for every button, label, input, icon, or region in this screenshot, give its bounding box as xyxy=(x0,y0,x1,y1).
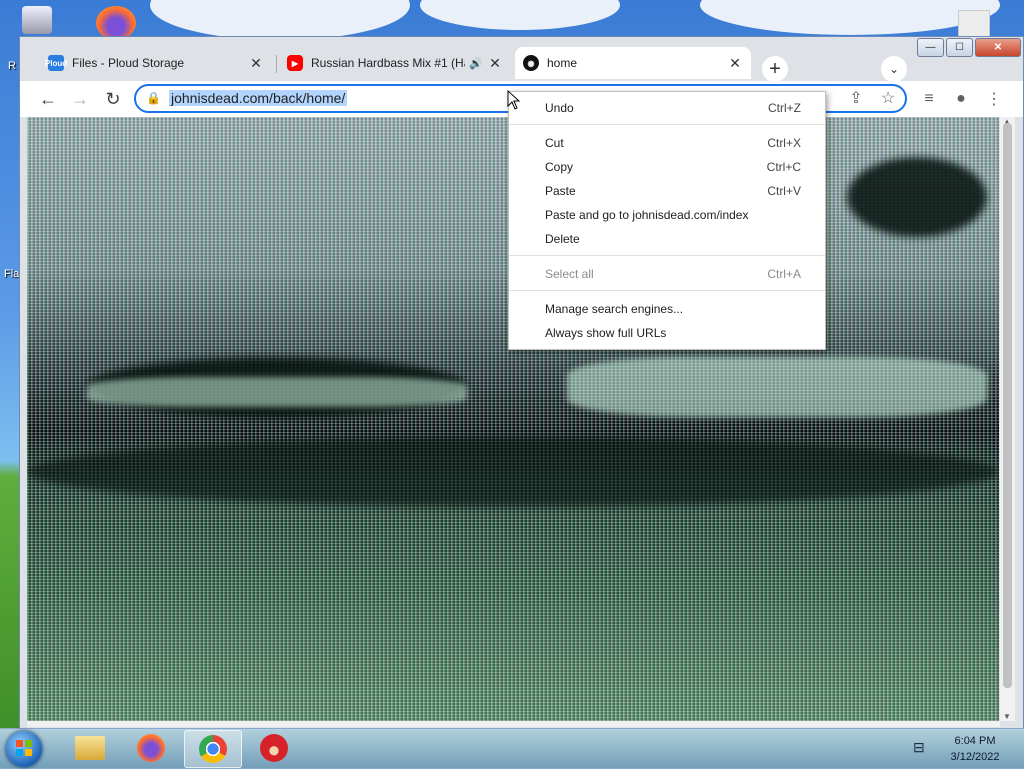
menu-item-shortcut: Ctrl+V xyxy=(767,184,801,198)
menu-item-always-show-full-urls[interactable]: Always show full URLs xyxy=(509,322,825,344)
menu-item-paste[interactable]: Paste Ctrl+V xyxy=(509,180,825,202)
back-button[interactable]: ← xyxy=(36,87,60,111)
wallpaper-cloud xyxy=(420,0,620,30)
tab-youtube-hardbass[interactable]: ▶ Russian Hardbass Mix #1 (Ha 🔊 ✕ xyxy=(279,47,511,79)
tab-title: Russian Hardbass Mix #1 (Ha xyxy=(311,56,466,70)
browser-menu-icon[interactable]: ⋮ xyxy=(982,87,1006,111)
youtube-icon: ▶ xyxy=(287,55,303,71)
chrome-icon xyxy=(199,735,227,763)
menu-item-delete[interactable]: Delete xyxy=(509,228,825,250)
bright-noise-band xyxy=(567,357,987,417)
start-button[interactable] xyxy=(6,731,42,767)
menu-separator xyxy=(509,290,825,291)
close-tab-icon[interactable]: ✕ xyxy=(487,55,503,72)
taskbar-chrome[interactable] xyxy=(184,730,242,768)
menu-item-label: Select all xyxy=(545,267,594,281)
clock-date: 3/12/2022 xyxy=(950,751,1000,763)
menu-item-label: Undo xyxy=(545,101,574,115)
wallpaper-cloud xyxy=(150,0,410,40)
tab-strip: Ploud Files - Ploud Storage ✕ ▶ Russian … xyxy=(20,45,1023,82)
menu-item-manage-search-engines[interactable]: Manage search engines... xyxy=(509,298,825,320)
network-tray-icon[interactable]: ⊟ xyxy=(913,739,931,757)
dark-noise-band xyxy=(847,157,987,237)
firefox-icon xyxy=(137,734,165,762)
menu-separator xyxy=(509,124,825,125)
taskbar: ⊟ 6:04 PM 3/12/2022 xyxy=(0,728,1024,769)
menu-item-label: Paste and go to johnisdead.com/index xyxy=(545,208,749,222)
menu-item-label: Cut xyxy=(545,136,564,150)
desktop-icon-label: Fla xyxy=(4,268,20,280)
tab-title: home xyxy=(547,56,578,70)
menu-item-label: Copy xyxy=(545,160,574,174)
desktop-icon-label: R xyxy=(8,60,16,72)
vertical-scrollbar[interactable]: ▲ ▼ xyxy=(1000,117,1015,721)
menu-item-paste-and-go[interactable]: Paste and go to johnisdead.com/index xyxy=(509,204,825,226)
context-menu: Undo Ctrl+Z Cut Ctrl+X Copy Ctrl+C Paste… xyxy=(508,91,826,350)
close-tab-icon[interactable]: ✕ xyxy=(727,55,743,72)
menu-item-shortcut: Ctrl+A xyxy=(767,267,801,281)
new-tab-button[interactable]: + xyxy=(762,56,788,82)
wallpaper-cloud xyxy=(700,0,1000,35)
profile-avatar-icon[interactable]: ● xyxy=(949,87,973,111)
url-text[interactable]: johnisdead.com/back/home/ xyxy=(169,90,348,106)
media-controls-icon[interactable]: ≡ xyxy=(917,87,941,111)
tab-search-button[interactable]: ⌄ xyxy=(881,56,907,82)
recycle-bin-icon[interactable] xyxy=(22,6,52,34)
scroll-down-icon[interactable]: ▼ xyxy=(1003,712,1011,721)
menu-item-cut[interactable]: Cut Ctrl+X xyxy=(509,132,825,154)
desktop-file-icon[interactable] xyxy=(958,10,990,38)
forward-button[interactable]: → xyxy=(68,87,92,111)
close-tab-icon[interactable]: ✕ xyxy=(248,55,264,72)
firefox-desktop-icon[interactable] xyxy=(96,6,136,40)
menu-separator xyxy=(509,255,825,256)
windows-logo-icon xyxy=(16,740,32,756)
menu-item-shortcut: Ctrl+Z xyxy=(768,101,801,115)
tab-separator xyxy=(276,55,277,73)
dark-noise-band xyxy=(27,437,999,507)
menu-item-label: Manage search engines... xyxy=(545,302,684,316)
taskbar-file-explorer[interactable] xyxy=(62,730,118,766)
taskbar-clock[interactable]: 6:04 PM 3/12/2022 xyxy=(935,733,1015,765)
share-icon[interactable]: ⇪ xyxy=(844,86,868,110)
menu-item-shortcut: Ctrl+X xyxy=(767,136,801,150)
menu-item-select-all[interactable]: Select all Ctrl+A xyxy=(509,263,825,285)
file-explorer-icon xyxy=(75,736,105,760)
tab-title: Files - Ploud Storage xyxy=(72,56,185,70)
horizontal-scrollbar[interactable] xyxy=(27,721,1000,727)
menu-item-label: Paste xyxy=(545,184,576,198)
menu-item-label: Delete xyxy=(545,232,580,246)
audio-playing-icon[interactable]: 🔊 xyxy=(469,57,483,70)
bookmark-star-icon[interactable]: ☆ xyxy=(876,86,900,110)
tab-home[interactable]: ◉ home ✕ xyxy=(515,47,751,79)
menu-item-undo[interactable]: Undo Ctrl+Z xyxy=(509,97,825,119)
menu-item-label: Always show full URLs xyxy=(545,326,667,340)
angry-birds-icon xyxy=(260,734,288,762)
menu-item-copy[interactable]: Copy Ctrl+C xyxy=(509,156,825,178)
bright-noise-band xyxy=(87,377,467,407)
reload-button[interactable]: ↻ xyxy=(101,87,125,111)
taskbar-firefox[interactable] xyxy=(123,730,179,766)
scrollbar-thumb[interactable] xyxy=(1003,123,1012,688)
taskbar-angry-birds[interactable] xyxy=(246,730,302,766)
home-site-icon: ◉ xyxy=(523,55,539,71)
mouse-cursor-icon xyxy=(507,90,521,110)
clock-time: 6:04 PM xyxy=(954,735,996,747)
menu-item-shortcut: Ctrl+C xyxy=(766,160,801,174)
lock-icon[interactable]: 🔒 xyxy=(146,91,161,105)
tab-ploud-files[interactable]: Ploud Files - Ploud Storage ✕ xyxy=(40,47,272,79)
ploud-icon: Ploud xyxy=(45,55,67,71)
